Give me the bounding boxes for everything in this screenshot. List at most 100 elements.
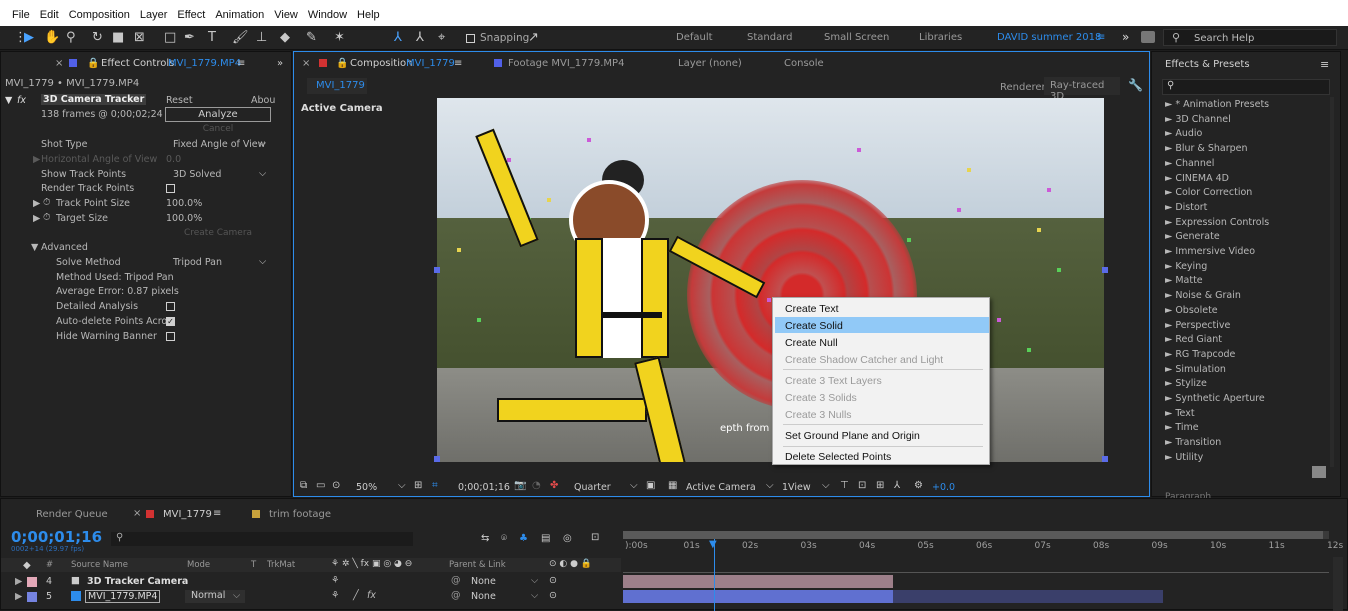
effects-category-5[interactable]: ► Channel: [1165, 158, 1214, 169]
exposure-value[interactable]: +0.0: [932, 482, 955, 493]
work-area-range[interactable]: [623, 531, 1323, 539]
render-track-checkbox[interactable]: [166, 184, 175, 193]
effects-category-8[interactable]: ► Distort: [1165, 202, 1207, 213]
menu-create-text[interactable]: Create Text: [785, 303, 839, 315]
snapping-checkbox[interactable]: [466, 34, 475, 43]
fast-preview-icon[interactable]: ⊡: [858, 480, 866, 491]
playhead-marker[interactable]: ▼: [709, 539, 717, 550]
motion-blur-icon[interactable]: ◎: [563, 533, 572, 544]
visibility-icon[interactable]: ⊙: [549, 575, 557, 586]
detailed-analysis-checkbox[interactable]: [166, 302, 175, 311]
layer-handle[interactable]: [434, 267, 440, 273]
panel-menu-icon[interactable]: ≡: [237, 58, 245, 69]
create-camera-button[interactable]: Create Camera: [165, 226, 271, 240]
pen-tool-icon[interactable]: ✒: [184, 30, 195, 45]
effects-search-input[interactable]: ⚲: [1162, 79, 1330, 95]
panel-menu-icon[interactable]: ≡: [213, 508, 221, 519]
menu-window[interactable]: Window: [308, 9, 347, 21]
reset-link[interactable]: Reset: [166, 95, 193, 106]
menu-create-3-text-layers[interactable]: Create 3 Text Layers: [785, 375, 882, 387]
zoom-tool-icon[interactable]: ⚲: [66, 30, 76, 45]
effects-category-21[interactable]: ► Synthetic Aperture: [1165, 393, 1265, 404]
zoom-dropdown[interactable]: 50%: [356, 482, 377, 493]
fit-icon[interactable]: ⊞: [414, 480, 422, 491]
timeline-search-input[interactable]: ⚲: [111, 532, 413, 546]
layer-row[interactable]: ▶ 4 ■ 3D Tracker Camera ⚘ @ None ⌵ ⊙: [1, 575, 621, 588]
axis-world-icon[interactable]: ⅄: [416, 30, 424, 45]
flowchart-icon[interactable]: ⅄: [894, 480, 900, 491]
workspace-default[interactable]: Default: [676, 32, 713, 43]
show-snapshot-icon[interactable]: ◔: [532, 480, 541, 491]
panel-menu-icon[interactable]: ≡: [1320, 58, 1329, 71]
menu-create-null[interactable]: Create Null: [785, 337, 838, 349]
menu-set-ground-plane[interactable]: Set Ground Plane and Origin: [785, 430, 920, 442]
expand-arrow[interactable]: ▶: [15, 591, 22, 602]
effects-category-12[interactable]: ► Keying: [1165, 261, 1207, 272]
viewer-timecode[interactable]: 0;00;01;16: [458, 482, 510, 493]
camera-tool-icon[interactable]: ■: [112, 30, 124, 45]
toggle-pixel-aspect-icon[interactable]: ⊤: [840, 480, 849, 491]
clone-stamp-tool-icon[interactable]: ⊥: [256, 30, 267, 45]
view-layout-dropdown[interactable]: 1View: [782, 482, 811, 493]
analyze-button[interactable]: Analyze: [165, 107, 271, 122]
snapshot-icon[interactable]: 📷: [514, 480, 526, 491]
layer-row[interactable]: ▶ 5 MVI_1779.MP4 Normal ⌵ ⚘ ╱ fx @ None …: [1, 590, 621, 603]
shy-switch-icon[interactable]: ⚘: [331, 575, 340, 586]
menu-effect[interactable]: Effect: [177, 9, 205, 21]
layer-name-field[interactable]: MVI_1779.MP4: [85, 590, 161, 603]
puppet-tool-icon[interactable]: ✶: [334, 30, 345, 45]
fx-badge[interactable]: fx: [17, 95, 26, 106]
effects-category-25[interactable]: ► Utility: [1165, 452, 1203, 463]
menu-composition[interactable]: Composition: [69, 9, 130, 21]
workspace-active[interactable]: DAVID summer 2018: [997, 32, 1101, 43]
parent-dropdown[interactable]: None: [471, 591, 496, 602]
cancel-button[interactable]: Cancel: [165, 123, 271, 136]
effects-category-19[interactable]: ► Simulation: [1165, 364, 1226, 375]
panel-layout-icon[interactable]: [1141, 31, 1155, 43]
snap-icon[interactable]: ↗: [528, 30, 539, 45]
effects-category-3[interactable]: ► Audio: [1165, 128, 1202, 139]
menu-view[interactable]: View: [274, 9, 298, 21]
channel-icon[interactable]: ✤: [550, 480, 558, 491]
comp-navigator-chip[interactable]: MVI_1779: [307, 78, 367, 94]
workspace-small-screen[interactable]: Small Screen: [824, 32, 889, 43]
rotate-tool-icon[interactable]: ↻: [92, 30, 103, 45]
layer-label-color[interactable]: [27, 592, 37, 602]
quality-switch-icon[interactable]: ╱: [353, 590, 359, 601]
menu-create-3-nulls[interactable]: Create 3 Nulls: [785, 409, 852, 421]
monitor-icon[interactable]: ▭: [316, 480, 325, 491]
close-icon[interactable]: ×: [55, 58, 63, 69]
rectangle-tool-icon[interactable]: □: [164, 30, 176, 45]
layer-bar-camera[interactable]: [623, 575, 893, 588]
effects-category-14[interactable]: ► Noise & Grain: [1165, 290, 1241, 301]
viewer-footage[interactable]: epth from a: [437, 98, 1104, 462]
effects-category-23[interactable]: ► Time: [1165, 422, 1199, 433]
effects-category-10[interactable]: ► Generate: [1165, 231, 1220, 242]
tab-composition[interactable]: Composition: [350, 58, 412, 69]
close-icon[interactable]: ×: [133, 508, 141, 519]
tab-layer[interactable]: Layer (none): [678, 58, 742, 69]
effects-category-11[interactable]: ► Immersive Video: [1165, 246, 1255, 257]
track-size-expand-arrow[interactable]: ▶: [33, 198, 40, 209]
workspace-overflow[interactable]: »: [1122, 30, 1129, 44]
always-preview-icon[interactable]: ⧉: [300, 480, 307, 491]
axis-local-icon[interactable]: ⅄: [394, 30, 402, 45]
stopwatch-icon[interactable]: ⏱: [43, 197, 50, 208]
effects-category-1[interactable]: ► * Animation Presets: [1165, 99, 1269, 110]
show-track-dropdown[interactable]: 3D Solved: [173, 169, 221, 180]
tab-trim-footage[interactable]: trim footage: [269, 509, 331, 520]
lock-icon[interactable]: 🔒: [87, 58, 99, 69]
tab-footage[interactable]: Footage MVI_1779.MP4: [508, 58, 624, 69]
effect-name[interactable]: 3D Camera Tracker: [41, 94, 147, 105]
timeline-icon[interactable]: ⊞: [876, 480, 884, 491]
work-area-bar[interactable]: [623, 531, 1329, 539]
hand-tool-icon[interactable]: ✋: [44, 30, 60, 45]
mask-visibility-icon[interactable]: ⊙: [332, 480, 340, 491]
menu-file[interactable]: File: [12, 9, 30, 21]
effect-expand-arrow[interactable]: ▼: [5, 95, 12, 106]
stopwatch-icon[interactable]: ⏱: [43, 212, 50, 223]
shy-layers-icon[interactable]: ♣: [519, 533, 528, 544]
graph-editor-icon[interactable]: ⊡: [591, 532, 599, 543]
tab-effect-target[interactable]: MVI_1779.MP4: [168, 58, 241, 69]
close-icon[interactable]: ×: [302, 58, 310, 69]
